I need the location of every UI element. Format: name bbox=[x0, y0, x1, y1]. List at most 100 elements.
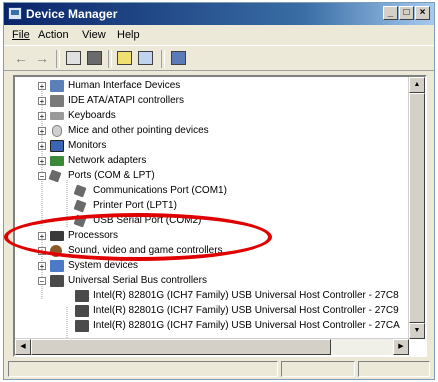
tree-node-ports[interactable]: − Ports (COM & LPT) bbox=[15, 169, 411, 183]
port-child-icon bbox=[73, 214, 87, 228]
expand-toggle[interactable]: + bbox=[38, 232, 46, 241]
tree-node-usb-27c8[interactable]: Intel(R) 82801G (ICH7 Family) USB Univer… bbox=[15, 289, 411, 303]
tree-node-label: Processors bbox=[68, 230, 119, 241]
expand-toggle[interactable]: + bbox=[38, 142, 46, 151]
ide-icon bbox=[50, 95, 64, 107]
horizontal-scroll-thumb[interactable] bbox=[31, 339, 331, 355]
expand-toggle[interactable]: + bbox=[38, 97, 46, 106]
toolbar-separator bbox=[56, 50, 60, 68]
properties-icon[interactable] bbox=[66, 51, 81, 65]
status-bar bbox=[4, 359, 434, 379]
scroll-right-button[interactable]: ▶ bbox=[393, 339, 409, 355]
forward-button[interactable]: → bbox=[33, 50, 51, 67]
tree-node-label: Universal Serial Bus controllers bbox=[68, 275, 207, 286]
menu-bar: File Action View Help bbox=[4, 26, 434, 44]
port-child-icon bbox=[73, 184, 87, 198]
usb-icon bbox=[50, 275, 64, 287]
device-tree[interactable]: + Human Interface Devices + IDE ATA/ATAP… bbox=[13, 75, 427, 357]
tree-node-usb-27ca[interactable]: Intel(R) 82801G (ICH7 Family) USB Univer… bbox=[15, 319, 411, 333]
tree-node-label: IDE ATA/ATAPI controllers bbox=[68, 95, 184, 106]
processor-icon bbox=[50, 231, 64, 241]
scroll-down-button[interactable]: ▼ bbox=[409, 323, 425, 339]
window-title: Device Manager bbox=[26, 7, 118, 21]
horizontal-scrollbar[interactable]: ◀ ▶ bbox=[15, 338, 409, 355]
window-controls: _ □ × bbox=[383, 6, 430, 20]
expand-toggle[interactable]: + bbox=[38, 262, 46, 271]
vertical-scrollbar[interactable]: ▲ ▼ bbox=[408, 77, 425, 339]
maximize-button[interactable]: □ bbox=[399, 6, 414, 20]
tree-node-label: Intel(R) 82801G (ICH7 Family) USB Univer… bbox=[93, 320, 400, 331]
tree-node-label: Keyboards bbox=[68, 110, 116, 121]
device-manager-window: Device Manager _ □ × File Action View He… bbox=[3, 2, 435, 380]
title-bar[interactable]: Device Manager _ □ × bbox=[4, 3, 434, 25]
keyboard-icon bbox=[50, 112, 64, 120]
tree-node-label: Ports (COM & LPT) bbox=[68, 170, 155, 181]
tree-node-label: Intel(R) 82801G (ICH7 Family) USB Univer… bbox=[93, 290, 399, 301]
vertical-scroll-thumb[interactable] bbox=[409, 93, 425, 323]
tree-node-system[interactable]: + System devices bbox=[15, 259, 411, 273]
toolbar-separator bbox=[108, 50, 112, 68]
mouse-icon bbox=[52, 125, 62, 137]
tree-node-keyboards[interactable]: + Keyboards bbox=[15, 109, 411, 123]
tree-node-sound[interactable]: + Sound, video and game controllers bbox=[15, 244, 411, 258]
tree-node-usb-27c9[interactable]: Intel(R) 82801G (ICH7 Family) USB Univer… bbox=[15, 304, 411, 318]
expand-toggle[interactable]: + bbox=[38, 247, 46, 256]
menu-file-label: File bbox=[12, 29, 30, 41]
status-section bbox=[281, 361, 355, 377]
tree-node-lpt1[interactable]: Printer Port (LPT1) bbox=[15, 199, 411, 213]
expand-toggle[interactable]: + bbox=[38, 157, 46, 166]
tree-node-label: Monitors bbox=[68, 140, 107, 151]
usb-child-icon bbox=[75, 305, 89, 317]
tree-node-label: Network adapters bbox=[68, 155, 147, 166]
print-icon[interactable] bbox=[87, 51, 102, 65]
tree-node-usb-serial-com2[interactable]: USB Serial Port (COM2) bbox=[15, 214, 411, 228]
menu-view[interactable]: View bbox=[82, 29, 106, 41]
tree-node-processors[interactable]: + Processors bbox=[15, 229, 411, 243]
menu-action[interactable]: Action bbox=[38, 29, 69, 41]
tree-node-mice[interactable]: + Mice and other pointing devices bbox=[15, 124, 411, 138]
tree-node-com1[interactable]: Communications Port (COM1) bbox=[15, 184, 411, 198]
device-manager-icon bbox=[8, 7, 22, 20]
tree-node-label: Printer Port (LPT1) bbox=[93, 200, 177, 211]
collapse-toggle[interactable]: − bbox=[38, 277, 46, 286]
tree-node-network[interactable]: + Network adapters bbox=[15, 154, 411, 168]
tree-node-label: Human Interface Devices bbox=[68, 80, 181, 91]
help-icon[interactable] bbox=[117, 51, 132, 65]
menu-view-label: View bbox=[82, 29, 106, 41]
device-view-icon[interactable] bbox=[138, 51, 153, 65]
tree-node-label: Mice and other pointing devices bbox=[68, 125, 209, 136]
menu-action-label: Action bbox=[38, 29, 69, 41]
back-button[interactable]: ← bbox=[12, 50, 30, 67]
scroll-up-button[interactable]: ▲ bbox=[409, 77, 425, 93]
tree-node-label: System devices bbox=[68, 260, 139, 271]
port-icon bbox=[48, 169, 62, 183]
scroll-left-button[interactable]: ◀ bbox=[15, 339, 31, 355]
monitor-icon bbox=[50, 140, 64, 152]
status-section bbox=[8, 361, 278, 377]
hid-icon bbox=[50, 80, 64, 92]
expand-toggle[interactable]: + bbox=[38, 112, 46, 121]
port-child-icon bbox=[73, 199, 87, 213]
collapse-toggle[interactable]: − bbox=[38, 172, 46, 181]
close-button[interactable]: × bbox=[415, 6, 430, 20]
tree-node-usb-controllers[interactable]: − Universal Serial Bus controllers bbox=[15, 274, 411, 288]
menu-file[interactable]: File bbox=[12, 29, 30, 41]
expand-toggle[interactable]: + bbox=[38, 82, 46, 91]
usb-child-icon bbox=[75, 320, 89, 332]
tree-node-label: Communications Port (COM1) bbox=[93, 185, 227, 196]
tree-node-label: Intel(R) 82801G (ICH7 Family) USB Univer… bbox=[93, 305, 399, 316]
menu-help[interactable]: Help bbox=[117, 29, 140, 41]
tree-node-ide[interactable]: + IDE ATA/ATAPI controllers bbox=[15, 94, 411, 108]
toolbar-separator bbox=[161, 50, 165, 68]
status-section bbox=[358, 361, 430, 377]
tree-node-hid[interactable]: + Human Interface Devices bbox=[15, 79, 411, 93]
tree-node-monitors[interactable]: + Monitors bbox=[15, 139, 411, 153]
network-icon bbox=[50, 156, 64, 166]
scan-hardware-icon[interactable] bbox=[171, 51, 186, 65]
toolbar: ← → bbox=[4, 45, 434, 71]
expand-toggle[interactable]: + bbox=[38, 127, 46, 136]
tree-node-label: USB Serial Port (COM2) bbox=[93, 215, 202, 226]
menu-help-label: Help bbox=[117, 29, 140, 41]
minimize-button[interactable]: _ bbox=[383, 6, 398, 20]
usb-child-icon bbox=[75, 290, 89, 302]
